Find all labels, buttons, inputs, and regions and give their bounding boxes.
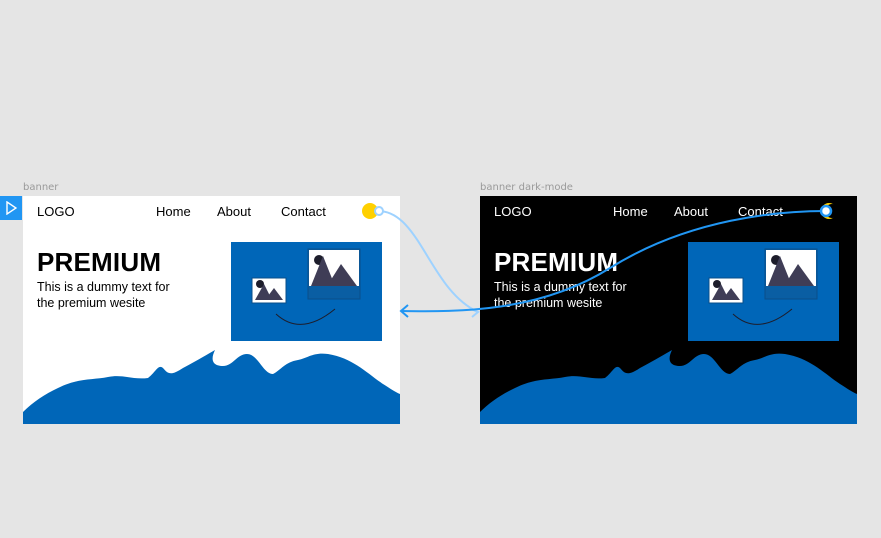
mountains-illustration xyxy=(480,350,857,424)
nav-about-link[interactable]: About xyxy=(674,204,708,219)
hero-headline: PREMIUM xyxy=(37,247,162,277)
prototype-arrowhead-icon xyxy=(470,308,480,318)
nav-about-link[interactable]: About xyxy=(217,204,251,219)
prototype-start-flag[interactable] xyxy=(0,196,22,220)
nav-contact-link[interactable]: Contact xyxy=(738,204,783,219)
hero-body-text: This is a dummy text for the premium wes… xyxy=(494,280,664,311)
nav-home-link[interactable]: Home xyxy=(613,204,648,219)
theme-toggle-button[interactable] xyxy=(361,201,381,221)
hero-body-line-1: This is a dummy text for xyxy=(494,280,627,294)
banner-frame[interactable]: LOGO Home About Contact PREMIUM This is … xyxy=(23,196,400,424)
image-placeholder-icon xyxy=(307,248,361,300)
prototype-arrowhead-icon xyxy=(399,304,409,318)
sun-icon xyxy=(362,203,378,219)
nav-contact-link[interactable]: Contact xyxy=(281,204,326,219)
image-placeholder-icon xyxy=(764,248,818,300)
smiling-images-illustration xyxy=(251,248,361,325)
hero-illustration xyxy=(231,242,382,341)
image-placeholder-icon xyxy=(251,277,287,304)
mountains-illustration xyxy=(23,350,400,424)
smiling-images-illustration xyxy=(708,248,818,325)
frame-label-banner[interactable]: banner xyxy=(23,182,58,193)
hero-body-text: This is a dummy text for the premium wes… xyxy=(37,280,207,311)
logo[interactable]: LOGO xyxy=(494,204,532,219)
hero-body-line-1: This is a dummy text for xyxy=(37,280,170,294)
play-icon xyxy=(6,201,17,215)
image-placeholder-icon xyxy=(708,277,744,304)
nav-home-link[interactable]: Home xyxy=(156,204,191,219)
hero-body-line-2: the premium wesite xyxy=(37,295,146,310)
moon-icon xyxy=(821,203,839,219)
hero-body-line-2: the premium wesite xyxy=(494,295,603,310)
hero-illustration xyxy=(688,242,839,341)
hero-headline: PREMIUM xyxy=(494,247,619,277)
banner-dark-mode-frame[interactable]: LOGO Home About Contact PREMIUM This is … xyxy=(480,196,857,424)
logo[interactable]: LOGO xyxy=(37,204,75,219)
frame-label-banner-dark[interactable]: banner dark-mode xyxy=(480,182,573,193)
theme-toggle-button[interactable] xyxy=(818,201,839,221)
